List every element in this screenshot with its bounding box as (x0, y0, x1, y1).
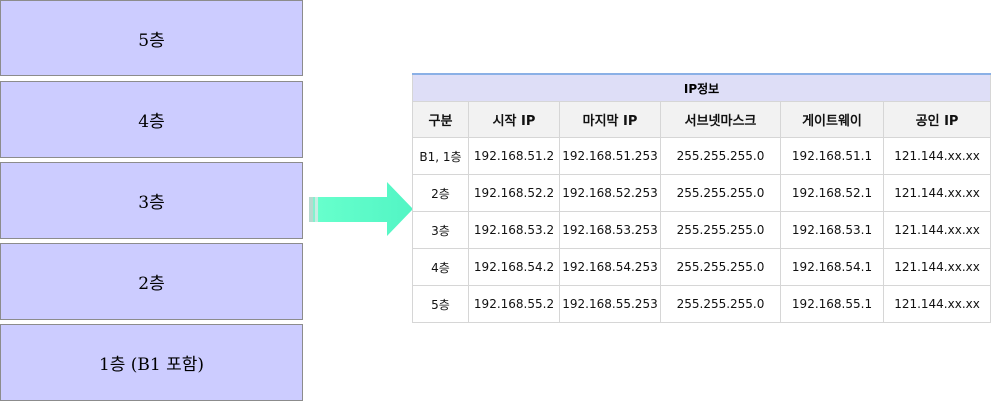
floor-box-1: 1층 (B1 포함) (0, 324, 303, 401)
ip-info-table: IP정보 구분 시작 IP 마지막 IP 서브넷마스크 게이트웨이 공인 IP … (411, 73, 991, 323)
floor-label: 1층 (B1 포함) (98, 355, 205, 375)
table-cell: 192.168.54.1 (780, 248, 884, 286)
table-cell: 192.168.51.2 (468, 137, 560, 175)
table-row: 5층 192.168.55.2 192.168.55.253 255.255.2… (412, 285, 991, 323)
table-cell: 255.255.255.0 (660, 137, 781, 175)
table-cell: 121.144.xx.xx (882, 137, 991, 175)
right-arrow-icon (309, 182, 413, 236)
table-cell: 192.168.54.253 (559, 248, 661, 286)
table-cell: 192.168.55.2 (468, 285, 560, 323)
floor-box-2: 2층 (0, 243, 303, 320)
table-cell: 192.168.52.1 (780, 174, 884, 212)
table-title: IP정보 (411, 73, 991, 102)
table-cell: 121.144.xx.xx (882, 248, 991, 286)
table-cell: 192.168.52.253 (559, 174, 661, 212)
table-cell: 255.255.255.0 (660, 248, 781, 286)
table-cell: 255.255.255.0 (660, 211, 781, 249)
floor-box-3: 3층 (0, 162, 303, 239)
floor-label: 5층 (138, 30, 165, 51)
table-cell: 192.168.53.1 (780, 211, 884, 249)
header-cell: 마지막 IP (559, 101, 661, 138)
table-cell: 192.168.51.1 (780, 137, 884, 175)
table-cell: B1, 1층 (412, 137, 469, 175)
table-row: 2층 192.168.52.2 192.168.52.253 255.255.2… (412, 174, 991, 212)
table-cell: 5층 (412, 285, 469, 323)
table-cell: 2층 (412, 174, 469, 212)
table-header-row: 구분 시작 IP 마지막 IP 서브넷마스크 게이트웨이 공인 IP (412, 101, 991, 138)
header-cell: 게이트웨이 (780, 101, 884, 138)
table-cell: 3층 (412, 211, 469, 249)
table-cell: 121.144.xx.xx (882, 211, 991, 249)
table-row: 3층 192.168.53.2 192.168.53.253 255.255.2… (412, 211, 991, 249)
table-cell: 192.168.55.1 (780, 285, 884, 323)
table-cell: 192.168.52.2 (468, 174, 560, 212)
table-cell: 255.255.255.0 (660, 174, 781, 212)
header-cell: 서브넷마스크 (660, 101, 781, 138)
floor-label: 2층 (138, 274, 165, 294)
table-row: 4층 192.168.54.2 192.168.54.253 255.255.2… (412, 248, 991, 286)
header-cell: 구분 (412, 101, 469, 138)
floor-label: 3층 (138, 193, 165, 213)
table-cell: 192.168.54.2 (468, 248, 560, 286)
table-cell: 192.168.55.253 (559, 285, 661, 323)
header-cell: 공인 IP (882, 101, 991, 138)
table-cell: 4층 (412, 248, 469, 286)
floor-box-5: 5층 (0, 0, 303, 76)
floor-label: 4층 (138, 112, 165, 132)
table-cell: 192.168.53.253 (559, 211, 661, 249)
table-cell: 121.144.xx.xx (882, 285, 991, 323)
table-cell: 192.168.51.253 (559, 137, 661, 175)
header-cell: 시작 IP (468, 101, 560, 138)
table-cell: 255.255.255.0 (660, 285, 781, 323)
floor-box-4: 4층 (0, 81, 303, 158)
table-cell: 121.144.xx.xx (882, 174, 991, 212)
table-cell: 192.168.53.2 (468, 211, 560, 249)
table-row: B1, 1층 192.168.51.2 192.168.51.253 255.2… (412, 137, 991, 175)
